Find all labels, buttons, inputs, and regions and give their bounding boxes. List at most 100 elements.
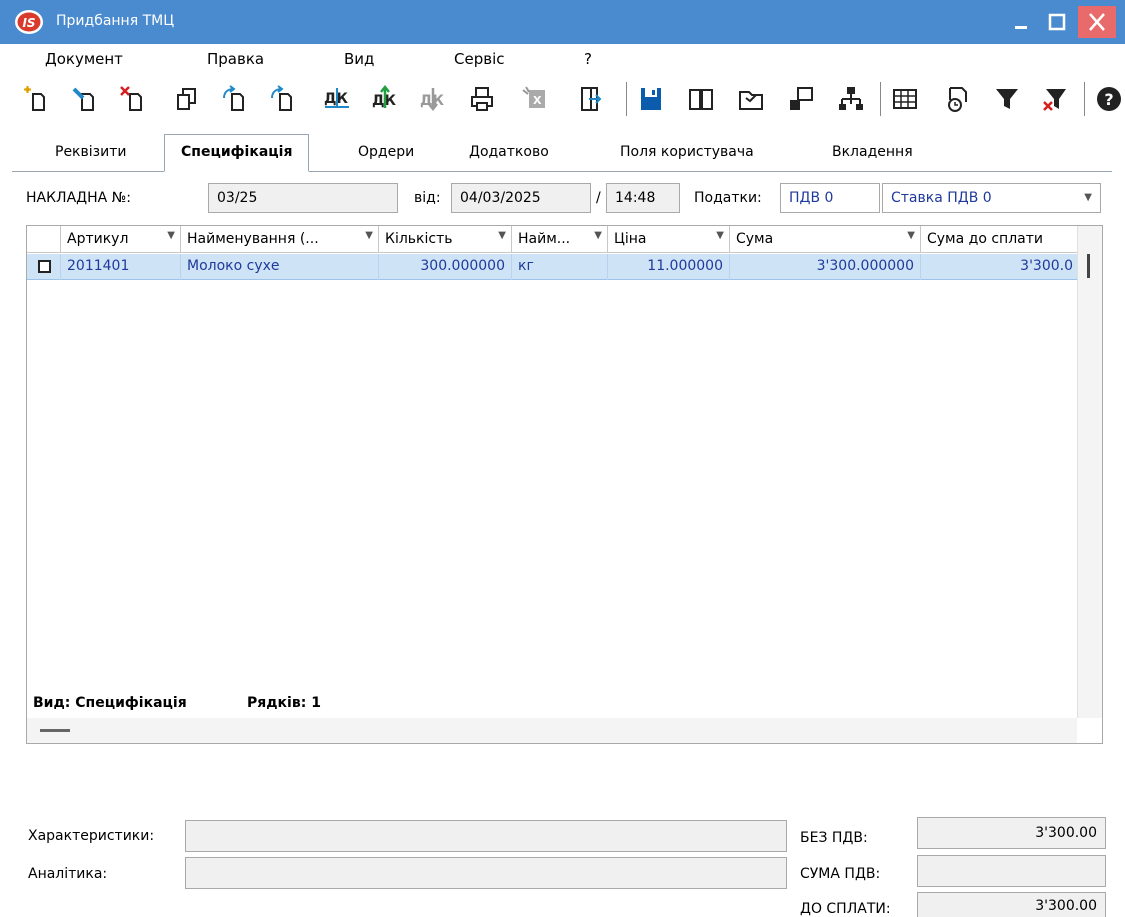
column-header-quantity[interactable]: Кількість ▼ <box>379 226 512 253</box>
sort-arrow-icon: ▼ <box>167 230 175 241</box>
window-title: Придбання ТМЦ <box>56 13 175 29</box>
column-header-label: Кількість <box>385 231 453 247</box>
cell-unit[interactable]: кг <box>512 254 608 280</box>
specification-grid: Артикул ▼ Найменування (... ▼ Кількість ▼ Н… <box>26 225 1103 744</box>
date-field[interactable]: 04/03/2025 <box>451 183 591 213</box>
filter-icon <box>996 89 1018 109</box>
menu-help[interactable]: ? <box>584 50 592 68</box>
horizontal-scrollbar[interactable] <box>27 718 1077 743</box>
vat-rate-value: Ставка ПДВ 0 <box>891 190 992 206</box>
column-header-article[interactable]: Артикул ▼ <box>61 226 181 253</box>
characteristics-field[interactable] <box>185 820 787 852</box>
clear-filter-icon <box>1043 89 1066 111</box>
menu-edit[interactable]: Правка <box>207 50 264 68</box>
sort-arrow-icon: ▼ <box>907 230 915 241</box>
column-header-select[interactable] <box>27 226 61 253</box>
move-up-button[interactable] <box>220 84 250 114</box>
row-select-cell[interactable] <box>27 254 61 280</box>
svg-text:X: X <box>533 94 542 107</box>
table-button[interactable] <box>890 84 920 114</box>
horizontal-scroll-thumb[interactable] <box>40 729 70 732</box>
tab-additional[interactable]: Додатково <box>469 144 549 160</box>
debit-credit-green-button[interactable]: ДК <box>370 84 400 114</box>
cell-price[interactable]: 11.000000 <box>608 254 730 280</box>
tab-specification[interactable]: Специфікація <box>164 134 310 172</box>
delete-row-button[interactable] <box>118 84 148 114</box>
cell-sum[interactable]: 3'300.000000 <box>730 254 921 280</box>
view-name-label: Вид: Специфікація <box>33 695 187 711</box>
characteristics-label: Характеристики: <box>28 828 155 844</box>
history-button[interactable] <box>942 84 972 114</box>
filter-button[interactable] <box>992 84 1022 114</box>
vertical-scroll-thumb[interactable] <box>1087 254 1090 278</box>
tab-orders[interactable]: Ордери <box>358 144 414 160</box>
help-icon: ? <box>1097 87 1121 111</box>
tax-field[interactable]: ПДВ 0 <box>780 183 880 213</box>
cell-quantity[interactable]: 300.000000 <box>379 254 512 280</box>
save-button[interactable] <box>636 84 666 114</box>
grid-footer: Вид: Специфікація Рядків: 1 <box>27 688 1077 718</box>
vat-rate-select[interactable]: Ставка ПДВ 0 ▼ <box>882 183 1101 213</box>
no-vat-label: БЕЗ ПДВ: <box>800 830 868 846</box>
menu-view[interactable]: Вид <box>344 50 374 68</box>
cell-name[interactable]: Молоко сухе <box>181 254 379 280</box>
table-row[interactable]: 2011401 Молоко сухе 300.000000 кг 11.000… <box>27 254 1077 280</box>
tab-user-fields[interactable]: Поля користувача <box>620 144 754 160</box>
menu-document[interactable]: Документ <box>45 50 123 68</box>
hierarchy-icon <box>839 87 863 110</box>
column-header-name[interactable]: Найменування (... ▼ <box>181 226 379 253</box>
help-button[interactable]: ? <box>1094 84 1124 114</box>
sort-arrow-icon: ▼ <box>498 230 506 241</box>
folder-icon <box>739 91 763 110</box>
vertical-scrollbar[interactable] <box>1077 226 1102 718</box>
maximize-button[interactable] <box>1038 6 1076 38</box>
folder-button[interactable] <box>736 84 766 114</box>
sort-arrow-icon: ▼ <box>594 230 602 241</box>
link-button[interactable] <box>786 84 816 114</box>
copy-row-button[interactable] <box>172 84 202 114</box>
tab-strip: Реквізити Специфікація Ордери Додатково … <box>12 126 1112 172</box>
move-down-icon <box>271 85 292 111</box>
move-down-button[interactable] <box>268 84 298 114</box>
sort-arrow-icon: ▼ <box>365 230 373 241</box>
menu-service[interactable]: Сервіс <box>454 50 504 68</box>
minimize-button[interactable] <box>1002 6 1040 38</box>
column-header-label: Артикул <box>67 231 129 247</box>
close-button[interactable] <box>1078 6 1116 38</box>
column-header-sum[interactable]: Сума ▼ <box>730 226 921 253</box>
column-header-sum-to-pay[interactable]: Сума до сплати <box>921 226 1077 253</box>
date-time-separator: / <box>596 190 601 206</box>
svg-text:IS: IS <box>22 16 35 30</box>
export-button[interactable] <box>576 84 606 114</box>
clear-filter-button[interactable] <box>1040 84 1070 114</box>
debit-credit-disabled-button[interactable]: ДК <box>418 84 448 114</box>
save-icon <box>641 88 661 110</box>
column-header-unit[interactable]: Найм... ▼ <box>512 226 608 253</box>
cell-article[interactable]: 2011401 <box>61 254 181 280</box>
tab-attachments[interactable]: Вкладення <box>832 144 913 160</box>
cell-sum-to-pay[interactable]: 3'300.0 <box>921 254 1077 280</box>
edit-row-button[interactable] <box>70 84 100 114</box>
no-vat-value: 3'300.00 <box>917 817 1106 849</box>
new-row-button[interactable] <box>20 84 50 114</box>
open-book-button[interactable] <box>686 84 716 114</box>
tab-requisites[interactable]: Реквізити <box>55 144 126 160</box>
date-from-label: від: <box>414 190 441 206</box>
time-field[interactable]: 14:48 <box>606 183 680 213</box>
excel-button[interactable]: X <box>520 84 550 114</box>
column-header-price[interactable]: Ціна ▼ <box>608 226 730 253</box>
row-count-label: Рядків: 1 <box>247 695 321 711</box>
delete-row-icon <box>120 86 142 111</box>
print-button[interactable] <box>468 84 498 114</box>
history-icon <box>948 87 967 112</box>
invoice-number-field[interactable]: 03/25 <box>208 183 398 213</box>
hierarchy-button[interactable] <box>836 84 866 114</box>
link-icon <box>790 87 813 110</box>
debit-credit-button[interactable]: ДК <box>322 84 352 114</box>
analytics-field[interactable] <box>185 857 787 889</box>
vat-sum-value <box>917 855 1106 887</box>
vat-sum-label: СУМА ПДВ: <box>800 866 881 882</box>
taxes-label: Податки: <box>694 190 762 206</box>
toolbar-separator <box>880 82 881 116</box>
row-checkbox[interactable] <box>38 260 51 273</box>
